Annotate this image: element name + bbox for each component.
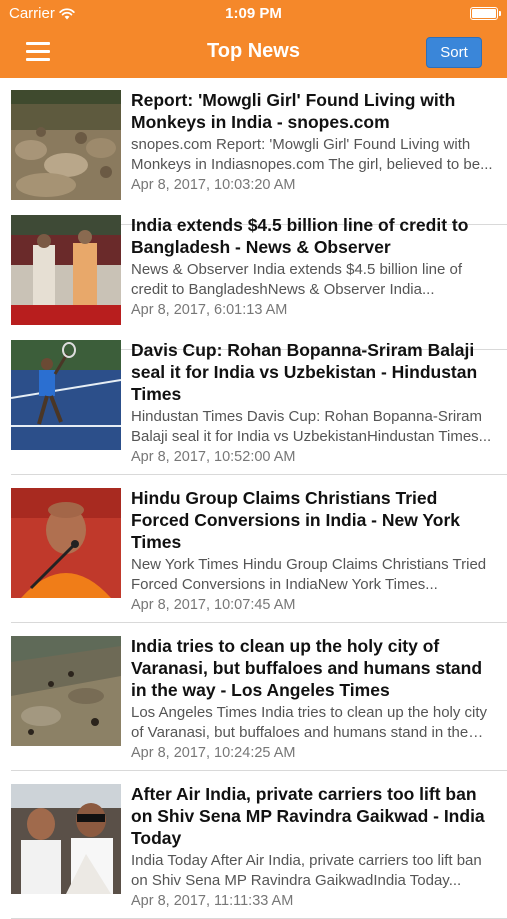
article-snippet: India Today After Air India, private car…	[131, 852, 482, 889]
article-headline: Davis Cup: Rohan Bopanna-Sriram Balaji s…	[131, 340, 478, 404]
divider	[11, 622, 507, 623]
article-headline: Report: 'Mowgli Girl' Found Living with …	[131, 90, 456, 132]
article-snippet: Los Angeles Times India tries to clean u…	[131, 704, 488, 741]
article-snippet: Hindustan Times Davis Cup: Rohan Bopanna…	[131, 408, 492, 445]
news-item[interactable]: After Air India, private carriers too li…	[0, 772, 507, 919]
article-timestamp: Apr 8, 2017, 10:03:20 AM	[131, 177, 296, 193]
article-snippet: New York Times Hindu Group Claims Christ…	[131, 556, 487, 593]
article-thumbnail	[11, 340, 121, 450]
article-thumbnail	[11, 636, 121, 746]
article-headline: India tries to clean up the holy city of…	[131, 636, 483, 700]
article-timestamp: Apr 8, 2017, 10:07:45 AM	[131, 597, 296, 613]
article-headline: After Air India, private carriers too li…	[131, 784, 485, 848]
divider	[11, 474, 507, 475]
article-timestamp: Apr 8, 2017, 11:11:33 AM	[131, 893, 294, 909]
article-timestamp: Apr 8, 2017, 10:24:25 AM	[131, 745, 296, 761]
news-item[interactable]: India tries to clean up the holy city of…	[0, 624, 507, 771]
status-bar: Carrier 1:09 PM	[0, 0, 507, 28]
divider	[11, 770, 507, 771]
sort-button[interactable]: Sort	[426, 37, 482, 68]
article-snippet: snopes.com Report: 'Mowgli Girl' Found L…	[131, 136, 493, 173]
news-item[interactable]: Davis Cup: Rohan Bopanna-Sriram Balaji s…	[0, 328, 507, 475]
article-headline: India extends $4.5 billion line of credi…	[131, 215, 469, 257]
article-headline: Hindu Group Claims Christians Tried Forc…	[131, 488, 461, 552]
article-thumbnail	[11, 90, 121, 200]
article-thumbnail	[11, 488, 121, 598]
battery-icon	[470, 7, 501, 20]
article-timestamp: Apr 8, 2017, 6:01:13 AM	[131, 302, 288, 318]
status-time: 1:09 PM	[225, 5, 282, 22]
article-thumbnail	[11, 784, 121, 894]
navigation-bar: Top News Sort	[0, 28, 507, 78]
news-item[interactable]: Hindu Group Claims Christians Tried Forc…	[0, 476, 507, 623]
article-timestamp: Apr 8, 2017, 10:52:00 AM	[131, 449, 296, 465]
article-snippet: News & Observer India extends $4.5 billi…	[131, 261, 463, 298]
article-thumbnail	[11, 215, 121, 325]
